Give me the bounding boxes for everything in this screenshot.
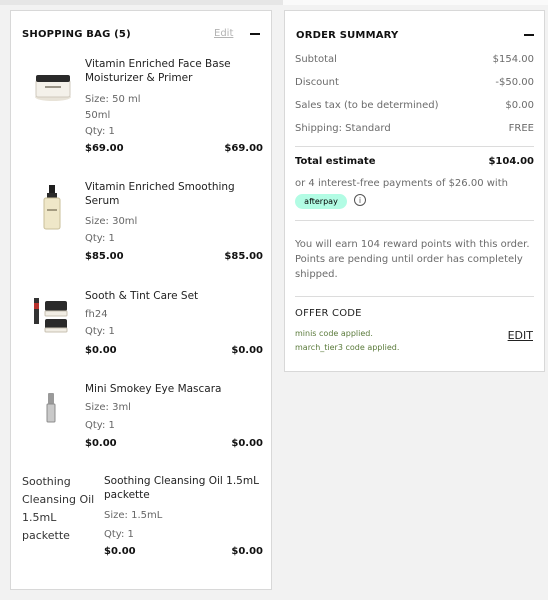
item-size: Size: 3ml: [85, 402, 131, 413]
order-summary-title: ORDER SUMMARY: [296, 30, 399, 41]
divider: [295, 220, 534, 221]
item-total-price: $0.00: [231, 546, 263, 557]
bag-edit-link[interactable]: Edit: [214, 28, 233, 39]
item-unit-price: $69.00: [85, 143, 124, 154]
item-name[interactable]: Soothing Cleansing Oil 1.5mL packette: [104, 474, 264, 502]
item-size: Size: 30ml: [85, 216, 138, 227]
offer-applied-message: march_tier3 code applied.: [295, 343, 400, 352]
discount-row: Discount -$50.00: [295, 77, 534, 88]
offer-code-title: OFFER CODE: [295, 308, 362, 319]
item-qty: Qty: 1: [85, 420, 115, 431]
top-strip-highlight: [283, 0, 548, 5]
item-name[interactable]: Vitamin Enriched Face Base Moisturizer &…: [85, 57, 265, 85]
row-label: Sales tax (to be determined): [295, 100, 439, 111]
item-variant: fh24: [85, 309, 108, 320]
item-variant: 50ml: [85, 110, 111, 121]
row-value: -$50.00: [495, 77, 534, 88]
item-unit-price: $0.00: [85, 438, 117, 449]
shopping-bag-panel: SHOPPING BAG (5) Edit Vitamin Enriched F…: [10, 10, 272, 590]
item-name[interactable]: Vitamin Enriched Smoothing Serum: [85, 180, 265, 208]
mascara-product-image[interactable]: [45, 393, 57, 427]
row-label: Shipping: Standard: [295, 123, 391, 134]
subtotal-row: Subtotal $154.00: [295, 54, 534, 65]
item-qty: Qty: 1: [85, 233, 115, 244]
item-total-price: $85.00: [224, 251, 263, 262]
item-qty: Qty: 1: [85, 326, 115, 337]
item-size: Size: 50 ml: [85, 94, 141, 105]
info-icon[interactable]: i: [354, 194, 366, 206]
total-label: Total estimate: [295, 156, 376, 167]
item-name[interactable]: Sooth & Tint Care Set: [85, 289, 265, 303]
item-name[interactable]: Mini Smokey Eye Mascara: [85, 382, 265, 396]
offer-applied-message: minis code applied.: [295, 329, 373, 338]
row-label: Discount: [295, 77, 339, 88]
divider: [295, 146, 534, 147]
shopping-bag-title: SHOPPING BAG (5): [22, 29, 131, 40]
shipping-row: Shipping: Standard FREE: [295, 123, 534, 134]
total-estimate-row: Total estimate $104.00: [295, 156, 534, 167]
moisturizer-product-image[interactable]: [33, 67, 73, 107]
row-value: $0.00: [505, 100, 534, 111]
top-strip: [0, 0, 548, 5]
item-unit-price: $85.00: [85, 251, 124, 262]
broken-image-alt-text[interactable]: Soothing Cleansing Oil 1.5mL packette: [22, 473, 102, 545]
serum-product-image[interactable]: [41, 185, 63, 235]
order-summary-panel: ORDER SUMMARY Subtotal $154.00 Discount …: [284, 10, 545, 372]
collapse-bag-icon[interactable]: [250, 33, 260, 35]
afterpay-badge[interactable]: afterpay: [295, 194, 347, 209]
row-label: Subtotal: [295, 54, 337, 65]
item-unit-price: $0.00: [104, 546, 136, 557]
sales-tax-row: Sales tax (to be determined) $0.00: [295, 100, 534, 111]
installments-text: or 4 interest-free payments of $26.00 wi…: [295, 178, 508, 189]
item-qty: Qty: 1: [104, 529, 134, 540]
item-total-price: $0.00: [231, 345, 263, 356]
care-set-product-image[interactable]: [31, 297, 71, 337]
offer-code-edit-link[interactable]: EDIT: [508, 329, 533, 342]
item-unit-price: $0.00: [85, 345, 117, 356]
row-value: $154.00: [492, 54, 534, 65]
reward-points-text: You will earn 104 reward points with thi…: [295, 239, 530, 280]
afterpay-logo-text: afterpay: [304, 197, 338, 206]
divider: [295, 296, 534, 297]
total-value: $104.00: [488, 156, 534, 167]
item-qty: Qty: 1: [85, 126, 115, 137]
collapse-summary-icon[interactable]: [524, 34, 534, 36]
item-total-price: $0.00: [231, 438, 263, 449]
row-value: FREE: [508, 123, 534, 134]
item-size: Size: 1.5mL: [104, 510, 163, 521]
item-total-price: $69.00: [224, 143, 263, 154]
